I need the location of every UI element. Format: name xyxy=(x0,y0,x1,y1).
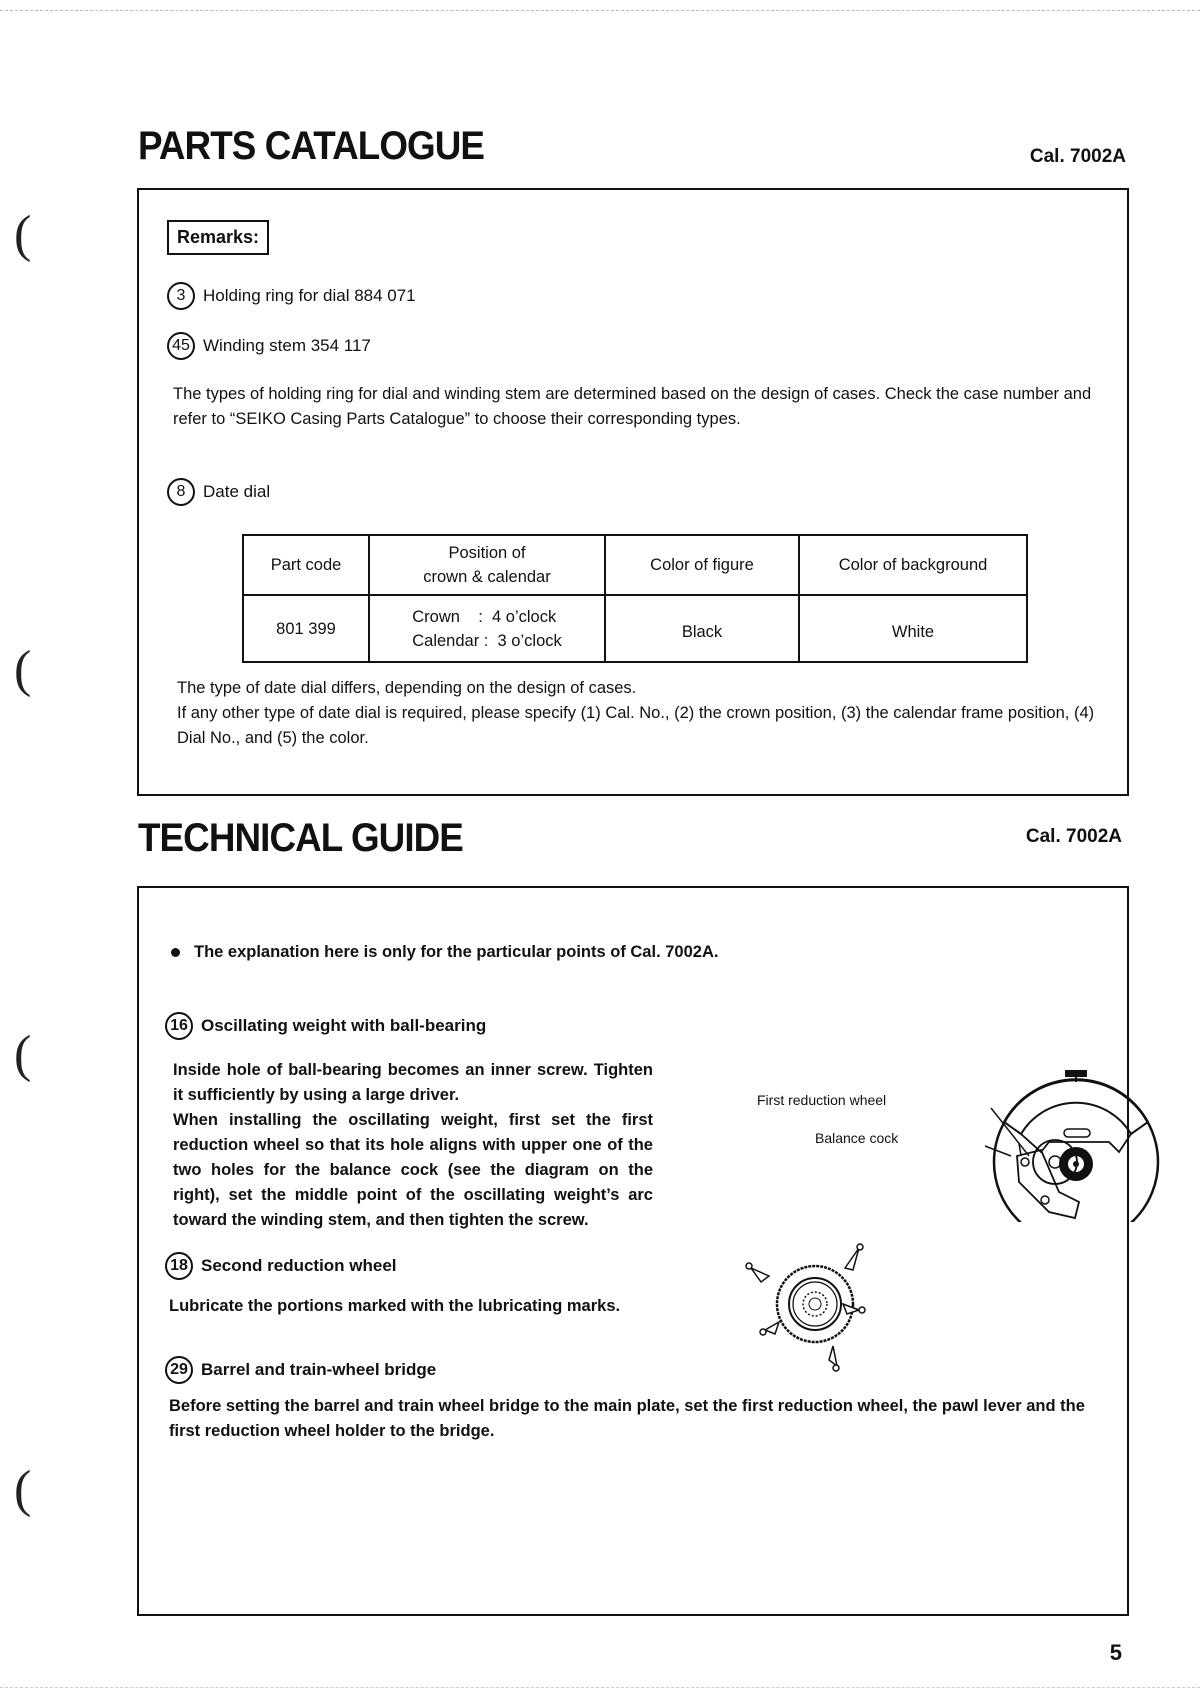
crown-position: Crown : 4 o’clock xyxy=(412,607,557,626)
oscillating-weight-diagram xyxy=(984,1070,1160,1222)
column-header: Color of background xyxy=(798,534,1028,596)
column-header: Part code xyxy=(242,534,370,596)
casing-note: The types of holding ring for dial and w… xyxy=(173,385,1092,428)
part-code-cell: 801 399 xyxy=(242,594,370,663)
section-heading-text: Second reduction wheel xyxy=(201,1256,397,1275)
binder-hole-mark: ( xyxy=(14,206,32,263)
column-header: Color of figure xyxy=(604,534,800,596)
top-scan-edge xyxy=(0,10,1200,11)
page-number: 5 xyxy=(1109,1640,1122,1665)
paragraph: When installing the oscillating weight, … xyxy=(173,1111,653,1229)
note-line: The type of date dial differs, depending… xyxy=(177,679,637,697)
table-header-row: Part code Position of crown & calendar C… xyxy=(242,534,1028,596)
parts-catalogue-box: Remarks: 3 Holding ring for dial 884 071… xyxy=(137,188,1129,796)
remark-item: 3 Holding ring for dial 884 071 xyxy=(167,282,416,310)
item-number-badge: 45 xyxy=(167,332,195,360)
date-dial-table: Part code Position of crown & calendar C… xyxy=(242,534,1028,663)
figure-color-cell: Black xyxy=(604,594,800,663)
item-number-badge: 8 xyxy=(167,478,195,506)
parts-catalogue-title: PARTS CATALOGUE xyxy=(138,124,485,168)
second-reduction-wheel-diagram xyxy=(745,1243,866,1372)
technical-guide-title: TECHNICAL GUIDE xyxy=(138,816,464,860)
item-number-badge: 3 xyxy=(167,282,195,310)
oil-drop-icon xyxy=(748,1266,771,1284)
bottom-scan-edge xyxy=(0,1687,1200,1688)
intro-bullet: The explanation here is only for the par… xyxy=(171,940,718,965)
oil-drop-icon xyxy=(841,1302,862,1315)
lubrication-mark-icons xyxy=(745,1243,866,1372)
item-label: Holding ring for dial 884 071 xyxy=(203,286,416,305)
section-text: Inside hole of ball-bearing becomes an i… xyxy=(173,1058,653,1233)
header-line: Position of xyxy=(448,544,526,562)
section-heading: 18 Second reduction wheel xyxy=(165,1252,397,1280)
remark-item: 45 Winding stem 354 117 xyxy=(167,332,371,360)
bullet-text: The explanation here is only for the par… xyxy=(194,943,719,961)
item-number-badge: 16 xyxy=(165,1012,193,1040)
background-color-cell: White xyxy=(798,594,1028,663)
section-text: Lubricate the portions marked with the l… xyxy=(169,1297,621,1315)
binder-hole-mark: ( xyxy=(14,641,32,698)
wheel-rim xyxy=(788,1277,842,1331)
pinion-icon xyxy=(802,1291,828,1317)
binder-hole-mark: ( xyxy=(14,1461,32,1518)
oil-drop-icon xyxy=(828,1345,839,1368)
parts-catalogue-caliber: Cal. 7002A xyxy=(1029,146,1126,167)
crown-icon xyxy=(1065,1070,1087,1077)
bullet-icon xyxy=(171,948,180,958)
section-heading: 29 Barrel and train-wheel bridge xyxy=(165,1356,436,1384)
header-line: crown & calendar xyxy=(423,568,551,586)
date-dial-heading: 8 Date dial xyxy=(167,478,270,506)
technical-guide-box: The explanation here is only for the par… xyxy=(137,886,1160,1616)
note-line: If any other type of date dial is requir… xyxy=(177,704,1095,747)
oil-drop-icon xyxy=(843,1247,860,1271)
paragraph: Inside hole of ball-bearing becomes an i… xyxy=(173,1061,653,1104)
technical-guide-caliber: Cal. 7002A xyxy=(1025,826,1122,847)
item-number-badge: 18 xyxy=(165,1252,193,1280)
section-heading: 16 Oscillating weight with ball-bearing xyxy=(165,1012,486,1040)
leader-line xyxy=(984,1145,1012,1157)
column-header: Position of crown & calendar xyxy=(368,534,606,596)
calendar-position: Calendar : 3 o’clock xyxy=(412,631,562,650)
item-label: Date dial xyxy=(203,482,271,501)
date-dial-note: The type of date dial differs, depending… xyxy=(177,676,1097,751)
section-heading-text: Barrel and train-wheel bridge xyxy=(201,1360,437,1379)
oscillating-weight-arc xyxy=(1002,1078,1150,1136)
item-number-badge: 29 xyxy=(165,1356,193,1384)
oil-drop-icon xyxy=(763,1320,781,1335)
remarks-label: Remarks: xyxy=(167,220,270,255)
table-row: 801 399 Crown : 4 o’clock Calendar : 3 o… xyxy=(242,594,1028,663)
item-label: Winding stem 354 117 xyxy=(203,336,371,355)
position-cell: Crown : 4 o’clock Calendar : 3 o’clock xyxy=(368,594,606,663)
binder-hole-mark: ( xyxy=(14,1026,32,1083)
section-text: Before setting the barrel and train whee… xyxy=(169,1397,1085,1440)
section-heading-text: Oscillating weight with ball-bearing xyxy=(201,1016,487,1035)
